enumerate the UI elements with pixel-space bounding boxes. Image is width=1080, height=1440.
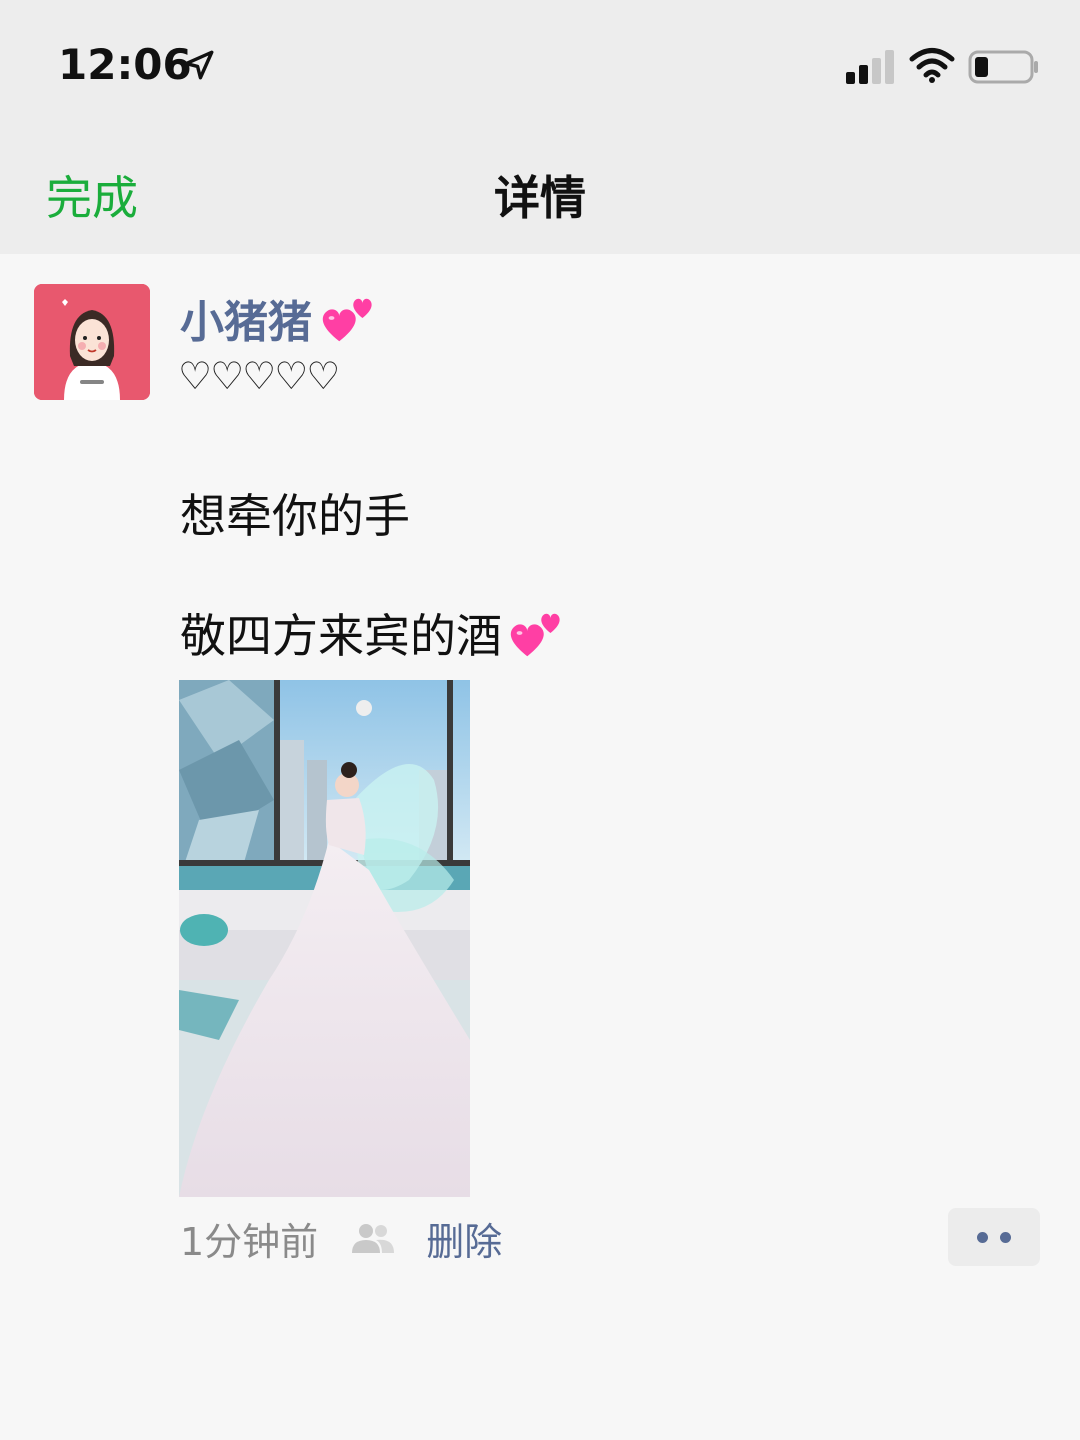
two-hearts-emoji — [510, 613, 560, 657]
post-text-line-2: 敬四方来宾的酒 — [180, 609, 502, 663]
post-meta: 1分钟前 删除 — [180, 1214, 502, 1264]
avatar[interactable] — [34, 284, 150, 400]
post-time: 1分钟前 — [180, 1219, 319, 1264]
avatar-illustration — [34, 284, 150, 400]
hearts-text: ♡♡♡♡♡ — [178, 354, 340, 398]
delete-button[interactable]: 删除 — [426, 1211, 502, 1266]
status-bar: 12:06 — [0, 0, 1080, 130]
wifi-icon — [909, 48, 955, 83]
post-photo[interactable] — [179, 680, 470, 1197]
author-name[interactable]: 小猪猪 — [180, 286, 376, 350]
nav-bar: 完成 详情 — [0, 130, 1080, 254]
post-text-line: 想牵你的手 — [180, 489, 410, 543]
more-dots-icon — [1000, 1231, 1011, 1243]
more-button[interactable] — [948, 1208, 1040, 1266]
two-hearts-emoji — [322, 298, 372, 342]
more-dots-icon — [977, 1231, 988, 1243]
author-name-text: 小猪猪 — [180, 297, 312, 348]
post-text-line: 敬四方来宾的酒 — [180, 600, 564, 666]
location-arrow-icon — [184, 50, 214, 80]
page-title: 详情 — [494, 171, 586, 225]
people-icon[interactable] — [350, 1221, 396, 1255]
signal-icon — [846, 50, 894, 84]
status-time: 12:06 — [58, 40, 192, 89]
battery-icon — [968, 50, 1038, 84]
wedding-dress-photo — [179, 680, 470, 1197]
moment-detail: 小猪猪 ♡♡♡♡♡ 想牵你的手 敬四方来宾的酒 1分钟前 删除 — [0, 254, 1080, 1440]
